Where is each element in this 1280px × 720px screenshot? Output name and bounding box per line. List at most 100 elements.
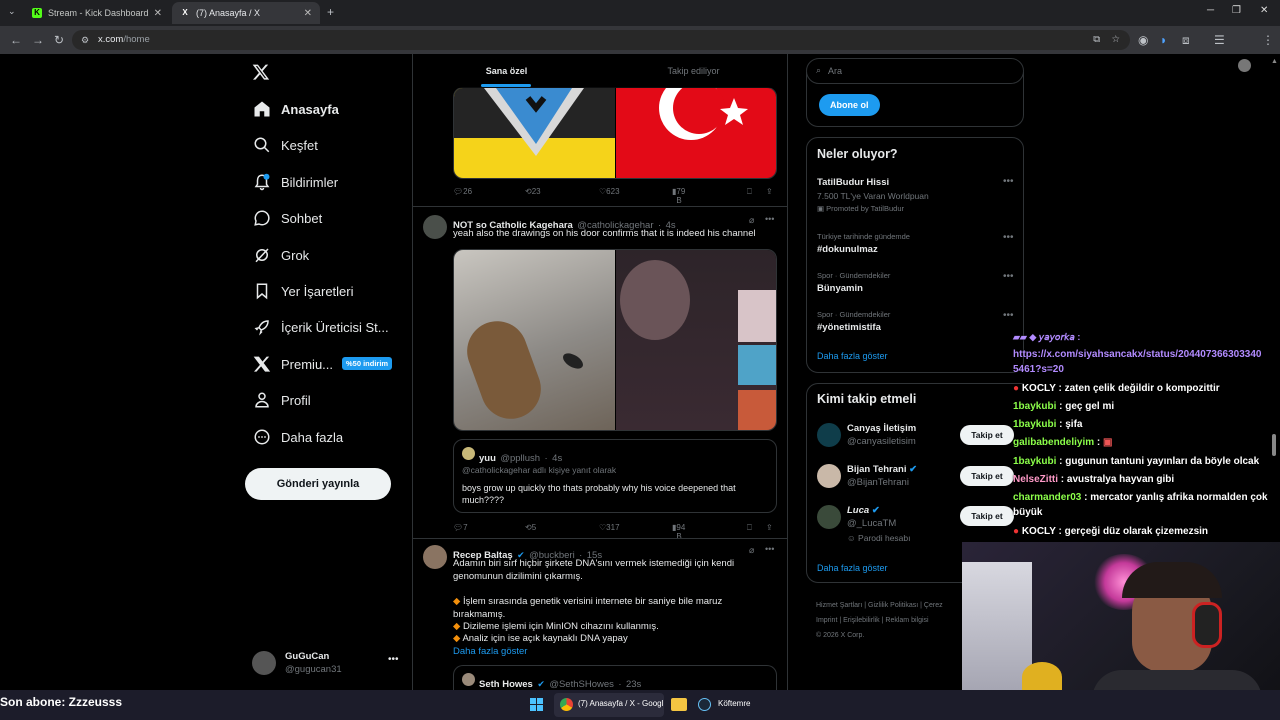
new-tab-icon[interactable]: + xyxy=(327,5,334,19)
grok-icon[interactable]: ⌀ xyxy=(749,215,754,226)
share-icon[interactable]: ⇪ xyxy=(766,523,773,532)
like-button[interactable]: ♡ 623 xyxy=(599,187,620,196)
tweet[interactable]: Recep Baltaş ✔ @buckberi · 15s ⌀ ••• Ada… xyxy=(413,539,787,690)
trend-item[interactable]: Spor · Gündemdekiler #yönetimistifa xyxy=(817,310,890,333)
nav-chat[interactable]: Sohbet xyxy=(253,208,322,228)
close-tab-icon[interactable]: ✕ xyxy=(304,8,312,19)
nav-profile[interactable]: Profil xyxy=(253,390,311,410)
tweet-media[interactable] xyxy=(453,87,777,179)
forward-icon[interactable]: → xyxy=(32,33,44,47)
maximize-icon[interactable]: ❐ xyxy=(1232,5,1241,16)
verified-badge-icon: ✔ xyxy=(537,679,545,689)
share-icon[interactable]: ⇪ xyxy=(766,187,773,196)
account-switcher[interactable]: GuGuCan @gugucan31 ••• xyxy=(252,650,402,678)
follow-button[interactable]: Takip et xyxy=(960,466,1014,486)
follow-button[interactable]: Takip et xyxy=(960,506,1014,526)
tab-following[interactable]: Takip ediliyor xyxy=(600,54,787,88)
premium-discount-badge: %50 indirim xyxy=(342,357,393,370)
views-button[interactable]: ▮ 79 B xyxy=(672,187,685,205)
follow-button[interactable]: Takip et xyxy=(960,425,1014,445)
minimize-icon[interactable]: ─ xyxy=(1207,5,1214,16)
reply-button[interactable]: 💬︎ 26 xyxy=(453,187,472,196)
post-button[interactable]: Gönderi yayınla xyxy=(245,468,391,500)
avatar[interactable] xyxy=(423,215,447,239)
trend-more-icon[interactable]: ••• xyxy=(1003,310,1014,321)
extension-icon[interactable]: ◉ xyxy=(1138,33,1148,47)
footer-link[interactable]: Gizlilik Politikası xyxy=(868,602,918,609)
close-tab-icon[interactable]: ✕ xyxy=(154,8,162,19)
close-window-icon[interactable]: ✕ xyxy=(1260,5,1268,16)
bookmark-icon[interactable]: ⎕ xyxy=(747,187,752,197)
nav-home[interactable]: Anasayfa xyxy=(253,99,339,119)
tweet[interactable]: NOT so Catholic Kagehara @catholickageha… xyxy=(413,207,787,541)
extensions-puzzle-icon[interactable]: ⧈ xyxy=(1182,33,1190,48)
bookmark-icon[interactable]: ⎕ xyxy=(747,523,752,533)
footer-link[interactable]: Imprint xyxy=(816,617,837,624)
show-more-link[interactable]: Daha fazla göster xyxy=(817,351,888,361)
nav-bookmarks[interactable]: Yer İşaretleri xyxy=(253,281,354,301)
footer-link[interactable]: Reklam bilgisi xyxy=(885,617,928,624)
account-menu-icon[interactable]: ••• xyxy=(388,654,399,665)
nav-explore[interactable]: Keşfet xyxy=(253,135,318,155)
profile-avatar[interactable] xyxy=(1238,59,1251,72)
trend-more-icon[interactable]: ••• xyxy=(1003,232,1014,243)
footer-link[interactable]: Çerez xyxy=(924,602,943,609)
site-info-icon[interactable]: ⚙ xyxy=(81,30,89,50)
nav-creator-studio[interactable]: İçerik Üreticisi St... xyxy=(253,317,389,337)
quote-author-handle: @ppllush xyxy=(500,453,541,464)
tweet-media[interactable] xyxy=(453,249,777,431)
show-more-link[interactable]: Daha fazla göster xyxy=(817,563,888,573)
grok-icon[interactable]: ⌀ xyxy=(749,545,754,556)
kick-favicon-icon: K xyxy=(32,8,42,18)
trend-item[interactable]: Türkiye tarihinde gündemde #dokunulmaz xyxy=(817,232,910,255)
more-icon[interactable]: ••• xyxy=(765,214,774,224)
url-field[interactable]: ⚙ x.com/home ⧉ ☆ xyxy=(72,30,1130,50)
repost-button[interactable]: ⟲ 23 xyxy=(525,187,541,196)
quote-tweet[interactable]: Seth Howes ✔ @SethSHowes · 23s xyxy=(453,665,777,690)
show-more-link[interactable]: Daha fazla göster xyxy=(453,646,527,657)
user-handle: @_LucaTM xyxy=(847,518,897,529)
nav-notifications[interactable]: Bildirimler xyxy=(253,172,338,192)
tab-x-home[interactable]: X (7) Anasayfa / X ✕ xyxy=(172,2,320,24)
user-name: Luca ✔ xyxy=(847,505,880,516)
more-circle-icon xyxy=(254,429,270,445)
taskbar-chrome[interactable]: (7) Anasayfa / X - Googl xyxy=(554,693,664,717)
trend-item[interactable]: Spor · Gündemdekiler Bünyamin xyxy=(817,271,890,294)
nav-more[interactable]: Daha fazla xyxy=(253,427,343,447)
trend-more-icon[interactable]: ••• xyxy=(1003,271,1014,282)
file-explorer-icon[interactable] xyxy=(671,698,687,711)
taskbar-label: Köftemre xyxy=(718,699,751,708)
reload-icon[interactable]: ↻ xyxy=(54,33,64,47)
trend-more-icon[interactable]: ••• xyxy=(1003,176,1014,187)
scrollbar-thumb[interactable] xyxy=(1272,434,1276,456)
taskbar-steam[interactable]: Köftemre xyxy=(696,693,756,717)
quote-tweet[interactable]: yuu @ppllush · 4s @catholickagehar adlı … xyxy=(453,439,777,513)
reply-button[interactable]: 💬︎ 7 xyxy=(453,523,468,532)
install-app-icon[interactable]: ⧉ xyxy=(1093,30,1100,50)
back-icon[interactable]: ← xyxy=(10,33,22,47)
views-button[interactable]: ▮ 94 B xyxy=(672,523,685,541)
like-button[interactable]: ♡ 317 xyxy=(599,523,620,532)
subscribe-button[interactable]: Abone ol xyxy=(819,94,880,116)
timeline: 💬︎ 26 ⟲ 23 ♡ 623 ▮ 79 B ⎕ ⇪ NOT so Catho… xyxy=(412,54,788,690)
bookmark-star-icon[interactable]: ☆ xyxy=(1111,30,1120,50)
more-icon[interactable]: ••• xyxy=(765,544,774,554)
start-windows-icon[interactable] xyxy=(530,698,544,712)
footer-link[interactable]: Erişilebilirlik xyxy=(843,617,880,624)
tab-for-you[interactable]: Sana özel xyxy=(413,54,600,88)
nav-grok[interactable]: Grok xyxy=(253,245,309,265)
last-subscriber-label: Son abone: Zzzeusss xyxy=(0,695,123,709)
footer-link[interactable]: Hizmet Şartları xyxy=(816,602,862,609)
side-panel-icon[interactable]: ☰ xyxy=(1214,33,1225,47)
tab-kick-dashboard[interactable]: K Stream - Kick Dashboard ✕ xyxy=(24,2,170,24)
avatar[interactable] xyxy=(423,545,447,569)
nav-premium[interactable]: Premiu... xyxy=(253,354,333,374)
menu-icon[interactable]: ⋮ xyxy=(1262,33,1274,47)
trend-name: #yönetimistifa xyxy=(817,322,881,333)
extension-icon[interactable]: ◗ xyxy=(1160,33,1167,47)
trend-item[interactable]: TatilBudur Hissi 7.500 TL'ye Varan World… xyxy=(817,177,1017,213)
x-logo-icon[interactable] xyxy=(252,63,270,81)
quote-author-name: yuu xyxy=(479,453,496,464)
repost-button[interactable]: ⟲ 5 xyxy=(525,523,536,532)
tab-search-icon[interactable]: ⌄ xyxy=(8,6,16,17)
